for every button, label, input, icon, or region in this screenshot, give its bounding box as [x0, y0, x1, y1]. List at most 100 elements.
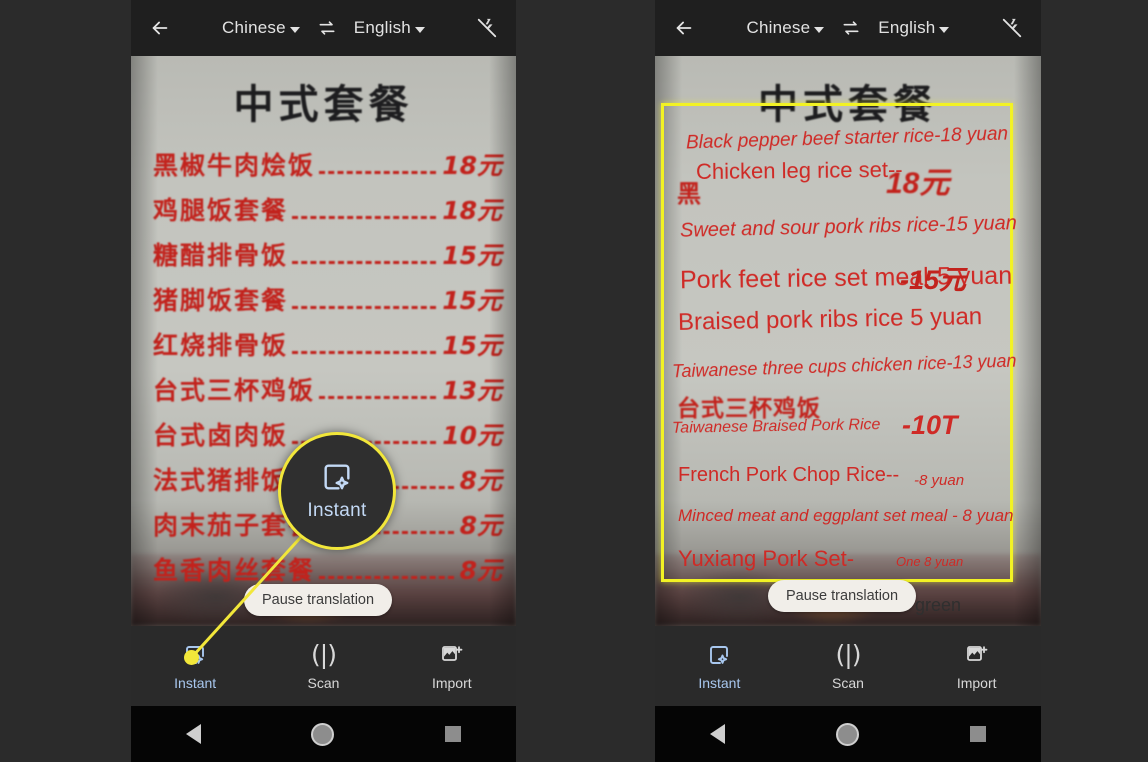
callout-anchor-dot — [184, 650, 199, 665]
import-image-icon — [965, 642, 989, 668]
menu-item-name: 黑椒牛肉烩饭 — [153, 151, 316, 180]
back-triangle-icon[interactable] — [186, 724, 202, 744]
leader-dots — [292, 261, 437, 264]
translated-line: Minced meat and eggplant set meal - 8 yu… — [678, 506, 1014, 525]
menu-item-price: 8元 — [459, 556, 502, 585]
instant-mode-callout: Instant — [278, 432, 396, 550]
instant-translate-icon — [320, 460, 354, 494]
mode-import[interactable]: Import — [912, 642, 1041, 691]
translated-line: Taiwanese Braised Pork Rice — [671, 416, 881, 437]
mode-label: Import — [956, 674, 997, 691]
mode-bar-right: Instant (|) Scan Import — [655, 626, 1041, 706]
menu-title: 中式套餐 — [233, 82, 414, 128]
menu-item-name: 红烧排骨饭 — [153, 331, 289, 360]
language-selector-group: Chinese English — [222, 15, 425, 41]
translate-topbar-right: Chinese English — [655, 0, 1041, 56]
scan-brackets-icon: (|) — [311, 639, 337, 669]
translated-line: French Pork Chop Rice-- — [678, 464, 900, 486]
menu-item-price: 18元 — [442, 151, 502, 180]
menu-item-price: 10元 — [442, 421, 502, 450]
swap-horizontal-icon[interactable] — [838, 15, 864, 41]
mode-label: Instant — [174, 674, 217, 691]
menu-item-name: 猪脚饭套餐 — [153, 286, 289, 315]
android-navbar-left — [131, 706, 516, 762]
residual-price-text: One 8 yuan — [896, 554, 964, 569]
translation-highlight-box: Black pepper beef starter rice-18 yuan C… — [661, 103, 1017, 582]
instant-translate-icon — [707, 642, 731, 668]
menu-row: 鸡腿饭套餐 18元 — [153, 191, 502, 236]
residual-price-text: -10T — [902, 410, 958, 440]
menu-item-price: 15元 — [442, 286, 502, 315]
leader-dots — [319, 576, 454, 579]
scan-brackets-icon: (|) — [835, 639, 862, 669]
translate-topbar-left: Chinese English — [131, 0, 516, 56]
menu-row: 台式三杯鸡饭 13元 — [153, 371, 502, 416]
menu-row: 红烧排骨饭 15元 — [153, 326, 502, 371]
menu-row: 黑椒牛肉烩饭 18元 — [153, 146, 502, 191]
swap-horizontal-icon[interactable] — [314, 15, 340, 41]
recents-square-icon[interactable] — [444, 726, 461, 742]
leader-dots — [319, 396, 437, 399]
flash-off-icon[interactable] — [474, 15, 500, 41]
source-language-button[interactable]: Chinese — [222, 18, 300, 38]
menu-item-name: 糖醋排骨饭 — [153, 241, 289, 270]
menu-item-price: 18元 — [442, 196, 502, 225]
camera-viewfinder-right[interactable]: 中式套餐 黑 台式三杯鸡饭 Black pepper beef starter … — [655, 56, 1041, 626]
menu-item-price: 15元 — [442, 331, 502, 360]
chevron-down-icon — [414, 26, 425, 33]
leader-dots — [292, 351, 437, 354]
flash-off-icon[interactable] — [999, 15, 1025, 41]
translated-line: Sweet and sour pork ribs rice-15 yuan — [679, 212, 1018, 242]
residual-price-text: 18元 — [886, 167, 950, 200]
back-triangle-icon[interactable] — [710, 724, 726, 744]
source-language-button[interactable]: Chinese — [747, 18, 825, 38]
target-language-label: English — [878, 18, 936, 37]
pause-translation-button[interactable]: Pause translation — [244, 584, 393, 616]
translated-line: Taiwanese three cups chicken rice-13 yua… — [671, 350, 1017, 382]
mode-instant[interactable]: Instant — [131, 642, 259, 691]
menu-item-name: 台式三杯鸡饭 — [153, 376, 316, 405]
mode-label: Scan — [307, 674, 340, 691]
source-language-label: Chinese — [746, 18, 811, 37]
leader-dots — [319, 171, 437, 174]
home-circle-icon[interactable] — [835, 722, 859, 746]
translated-line: Chicken leg rice set-- — [695, 156, 903, 185]
source-language-label: Chinese — [222, 18, 286, 37]
mode-scan[interactable]: (|) Scan — [784, 639, 913, 691]
residual-price-text: -8 yuan — [914, 472, 965, 489]
language-selector-group: Chinese English — [747, 15, 950, 41]
callout-label: Instant — [307, 500, 367, 521]
target-language-label: English — [353, 18, 411, 37]
residual-price-text: -15元 — [900, 265, 967, 295]
target-language-button[interactable]: English — [354, 18, 425, 38]
translated-line-list: Black pepper beef starter rice-18 yuan C… — [664, 106, 1017, 579]
target-language-button[interactable]: English — [878, 18, 950, 38]
menu-item-name: 台式卤肉饭 — [153, 421, 289, 450]
leader-dots — [292, 216, 437, 219]
import-image-icon — [440, 642, 464, 668]
chevron-down-icon — [939, 26, 950, 33]
translated-line: Black pepper beef starter rice-18 yuan — [685, 123, 1009, 154]
phone-screenshot-right: Chinese English 中式套餐 黑 台式三杯鸡饭 Black pepp… — [655, 0, 1041, 762]
menu-item-price: 13元 — [442, 376, 502, 405]
phone-screenshot-left: Chinese English 中式套餐 黑椒牛肉烩饭 18元 鸡腿饭套餐 18… — [131, 0, 516, 762]
home-circle-icon[interactable] — [311, 722, 335, 746]
menu-item-name: 鱼香肉丝套餐 — [153, 556, 316, 585]
menu-row: 猪脚饭套餐 15元 — [153, 281, 502, 326]
menu-item-price: 15元 — [442, 241, 502, 270]
mode-scan[interactable]: (|) Scan — [259, 639, 387, 691]
back-icon[interactable] — [147, 15, 173, 41]
android-navbar-right — [655, 706, 1041, 762]
menu-row: 糖醋排骨饭 15元 — [153, 236, 502, 281]
chevron-down-icon — [814, 26, 825, 33]
chevron-down-icon — [289, 26, 300, 33]
menu-item-price: 8元 — [459, 511, 502, 540]
recents-square-icon[interactable] — [969, 726, 986, 742]
pause-translation-button[interactable]: Pause translation — [768, 580, 917, 612]
mode-instant[interactable]: Instant — [655, 642, 784, 691]
mode-import[interactable]: Import — [388, 642, 516, 691]
translated-line: Yuxiang Pork Set- — [678, 546, 855, 571]
comparison-stage: Chinese English 中式套餐 黑椒牛肉烩饭 18元 鸡腿饭套餐 18… — [0, 0, 1148, 762]
back-icon[interactable] — [671, 15, 697, 41]
menu-item-name: 法式猪排饭 — [153, 466, 289, 495]
